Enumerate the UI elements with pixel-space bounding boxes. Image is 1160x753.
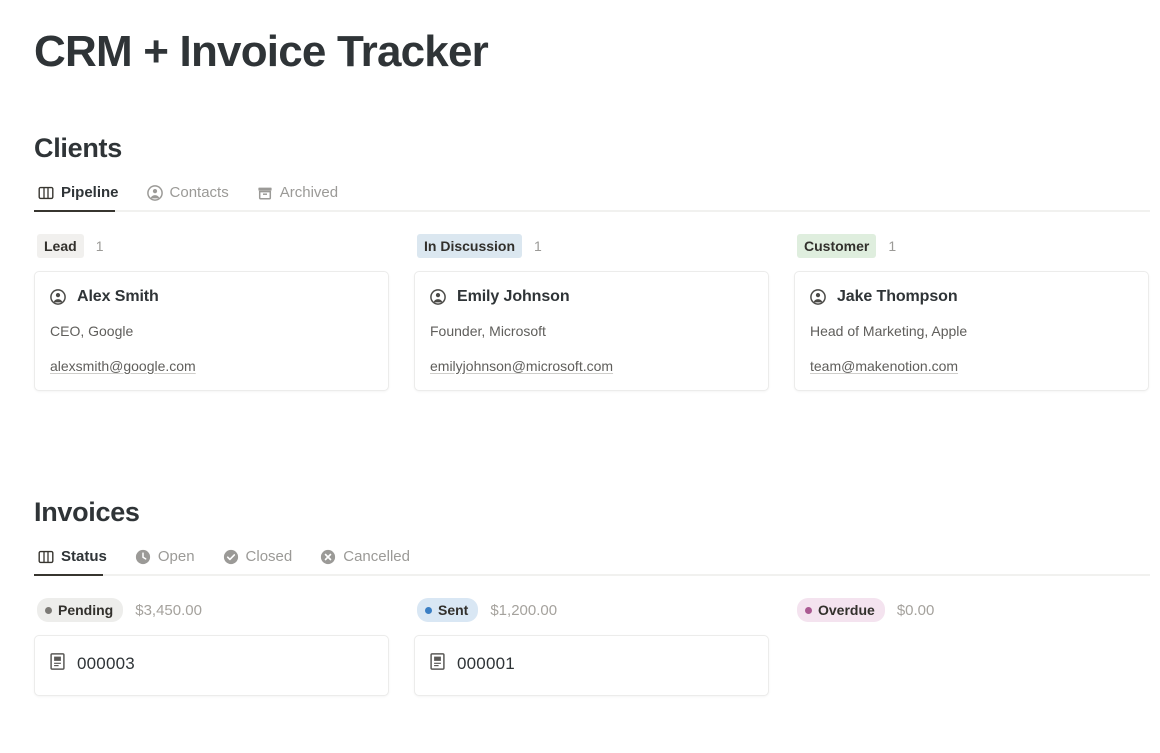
status-badge[interactable]: In Discussion	[417, 234, 523, 259]
column-count: 1	[534, 238, 542, 255]
invoices-tabbar: Status Open Closed Cancelled	[34, 546, 1150, 577]
page-icon	[430, 653, 445, 675]
person-circle-icon	[50, 289, 66, 306]
tab-label: Cancelled	[343, 548, 410, 566]
status-badge[interactable]: Lead	[37, 234, 84, 259]
client-role: CEO, Google	[50, 323, 134, 340]
card-title: 000003	[50, 653, 373, 675]
invoice-card[interactable]: 000003	[34, 635, 389, 697]
invoice-column-overdue: Overdue $0.00	[794, 598, 1149, 706]
card-title: 000001	[430, 653, 753, 675]
column-total-amount: $3,450.00	[135, 601, 202, 619]
invoice-number: 000003	[77, 654, 135, 674]
check-circle-icon	[223, 549, 239, 565]
clients-board: Lead 1 Alex Smith CEO, Google alexsmith@goog…	[34, 234, 1160, 401]
client-card[interactable]: Alex Smith CEO, Google alexsmith@google.co…	[34, 271, 389, 392]
page-root: CRM + Invoice Tracker Clients Pipeline Co…	[0, 0, 1160, 706]
column-header: Sent $1,200.00	[414, 598, 769, 623]
tab-label: Open	[157, 548, 195, 566]
tab-label: Contacts	[169, 184, 229, 202]
tab-label: Status	[61, 548, 107, 566]
client-column-lead: Lead 1 Alex Smith CEO, Google alexsmith@goog…	[34, 234, 389, 401]
invoices-section: Invoices Status Open Closed Cancelled Pendi…	[34, 401, 1160, 706]
invoice-card[interactable]: 000001	[414, 635, 769, 697]
clock-icon	[135, 549, 151, 565]
tab-label: Closed	[245, 548, 293, 566]
client-name: Alex Smith	[77, 288, 159, 306]
column-header: In Discussion 1	[414, 234, 769, 259]
page-title: CRM + Invoice Tracker	[34, 27, 489, 76]
card-title: Emily Johnson	[430, 288, 753, 306]
invoice-number: 000001	[457, 654, 515, 674]
board-icon	[38, 549, 54, 565]
column-header: Pending $3,450.00	[34, 598, 389, 623]
card-title: Jake Thompson	[810, 288, 1133, 306]
client-column-in-discussion: In Discussion 1 Emily Johnson Founder, Micr…	[414, 234, 769, 401]
column-header: Lead 1	[34, 234, 389, 259]
status-dot-icon	[45, 606, 52, 614]
client-role: Founder, Microsoft	[430, 323, 546, 340]
tab-closed[interactable]: Closed	[219, 546, 303, 574]
status-label: Sent	[438, 602, 469, 619]
board-icon	[38, 185, 54, 201]
tab-label: Pipeline	[61, 184, 119, 202]
tab-label: Archived	[279, 184, 339, 202]
client-email[interactable]: alexsmith@google.com	[50, 358, 373, 376]
person-circle-icon	[430, 289, 446, 306]
invoices-heading: Invoices	[34, 497, 140, 528]
column-header: Customer 1	[794, 234, 1149, 259]
status-label: Overdue	[818, 602, 875, 619]
tab-archived[interactable]: Archived	[253, 182, 348, 210]
page-icon	[50, 653, 65, 675]
client-card[interactable]: Emily Johnson Founder, Microsoft emilyjohn…	[414, 271, 769, 392]
invoice-column-pending: Pending $3,450.00 000003	[34, 598, 389, 706]
invoices-board: Pending $3,450.00 000003 Sent $1,200.00 00000…	[34, 598, 1160, 706]
status-badge[interactable]: Sent	[417, 598, 479, 623]
tab-contacts[interactable]: Contacts	[143, 182, 239, 210]
status-badge[interactable]: Overdue	[797, 598, 885, 623]
tab-open[interactable]: Open	[131, 546, 205, 574]
column-total-amount: $0.00	[896, 601, 935, 619]
client-column-customer: Customer 1 Jake Thompson Head of Marketing,…	[794, 234, 1149, 401]
invoice-column-sent: Sent $1,200.00 000001	[414, 598, 769, 706]
tab-cancelled[interactable]: Cancelled	[316, 546, 420, 574]
card-title: Alex Smith	[50, 288, 373, 306]
client-name: Jake Thompson	[837, 288, 958, 306]
person-circle-icon	[810, 289, 826, 306]
x-circle-icon	[320, 549, 336, 565]
clients-section: Clients Pipeline Contacts Archived Lead 1 Al…	[34, 76, 1160, 401]
person-circle-icon	[146, 185, 163, 201]
tab-pipeline[interactable]: Pipeline	[34, 182, 129, 213]
status-badge[interactable]: Pending	[37, 598, 124, 623]
tab-status[interactable]: Status	[34, 546, 117, 577]
status-badge[interactable]: Customer	[797, 234, 877, 259]
clients-heading: Clients	[34, 133, 122, 164]
column-header: Overdue $0.00	[794, 598, 1149, 623]
client-email[interactable]: emilyjohnson@microsoft.com	[430, 358, 753, 376]
column-count: 1	[888, 238, 897, 255]
status-label: Pending	[58, 602, 114, 619]
client-name: Emily Johnson	[457, 288, 570, 306]
client-email[interactable]: team@makenotion.com	[810, 358, 1133, 376]
column-count: 1	[95, 238, 104, 255]
status-dot-icon	[805, 606, 812, 614]
column-total-amount: $1,200.00	[490, 601, 558, 619]
status-dot-icon	[425, 606, 432, 614]
archive-box-icon	[257, 185, 273, 201]
clients-tabbar: Pipeline Contacts Archived	[34, 182, 1150, 213]
client-role: Head of Marketing, Apple	[810, 323, 968, 340]
client-card[interactable]: Jake Thompson Head of Marketing, Apple tea…	[794, 271, 1149, 392]
